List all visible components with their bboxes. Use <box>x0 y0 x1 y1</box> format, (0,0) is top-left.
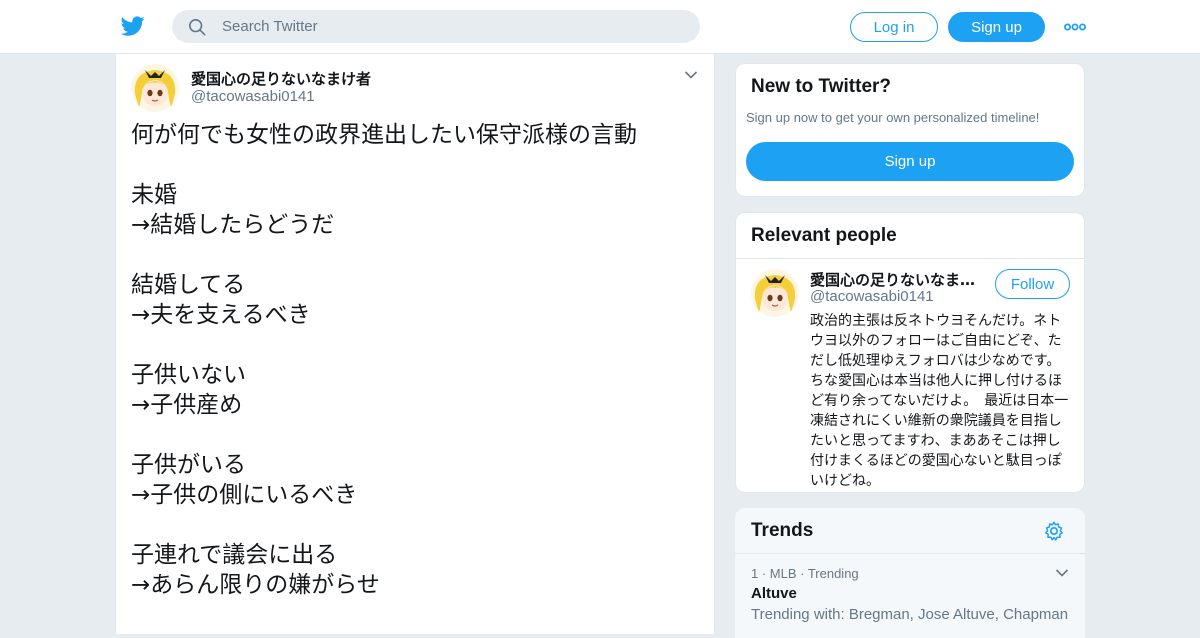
new-to-twitter-card: New to Twitter? Sign up now to get your … <box>735 63 1085 197</box>
trend-meta: 1 · MLB · Trending <box>751 566 859 581</box>
chevron-down-icon[interactable] <box>1055 568 1069 578</box>
tweet-text: 何が何でも女性の政界進出したい保守派様の言動 未婚 →結婚したらどうだ 結婚して… <box>131 122 637 598</box>
chevron-down-icon[interactable] <box>684 70 698 80</box>
new-to-twitter-subtitle: Sign up now to get your own personalized… <box>746 110 1040 125</box>
trends-title: Trends <box>751 520 814 541</box>
search-box[interactable] <box>172 10 700 43</box>
person-bio: 政治的主張は反ネトウヨそんだけ。ネトウヨ以外のフォローはご自由にどぞ、ただし低処… <box>810 313 1069 489</box>
search-input[interactable] <box>222 10 682 43</box>
follow-button[interactable]: Follow <box>995 269 1070 299</box>
avatar-image <box>131 64 179 112</box>
avatar[interactable] <box>751 269 799 317</box>
top-navigation-bar: Log in Sign up <box>0 0 1200 54</box>
relevant-people-title: Relevant people <box>751 225 897 246</box>
trend-name[interactable]: Altuve <box>751 585 797 602</box>
search-icon <box>188 18 206 36</box>
trends-header: Trends <box>735 508 1085 554</box>
person-name[interactable]: 愛国心の足りないなま… <box>810 269 986 290</box>
sign-up-button[interactable]: Sign up <box>948 12 1045 42</box>
tweet-author-name[interactable]: 愛国心の足りないなまけ者 <box>191 68 371 89</box>
relevant-people-card: Relevant people 愛国心の足りないなま… @tacowasabi0… <box>735 212 1085 493</box>
tweet-author-handle[interactable]: @tacowasabi0141 <box>191 88 315 105</box>
new-to-twitter-title: New to Twitter? <box>751 76 892 97</box>
tweet-card: 愛国心の足りないなまけ者 @tacowasabi0141 何が何でも女性の政界進… <box>115 54 715 634</box>
sidebar-sign-up-button[interactable]: Sign up <box>746 142 1074 181</box>
avatar-image <box>751 269 799 317</box>
log-in-button[interactable]: Log in <box>850 12 938 42</box>
relevant-people-header: Relevant people <box>736 213 1084 259</box>
person-handle[interactable]: @tacowasabi0141 <box>810 288 934 305</box>
more-dots-icon[interactable] <box>1064 20 1086 34</box>
twitter-bird-icon[interactable] <box>120 14 146 38</box>
gear-icon[interactable] <box>1043 520 1065 542</box>
trend-related: Trending with: Bregman, Jose Altuve, Cha… <box>751 606 1069 623</box>
trends-card: Trends 1 · MLB · Trending Altuve Trendin… <box>735 508 1085 638</box>
avatar[interactable] <box>131 64 179 112</box>
